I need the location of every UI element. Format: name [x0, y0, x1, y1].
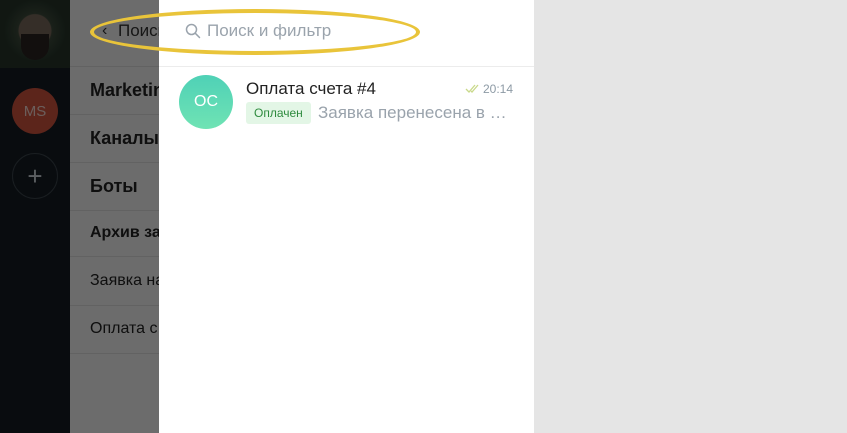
- user-avatar[interactable]: [0, 0, 70, 68]
- add-workspace-button[interactable]: +: [12, 153, 58, 199]
- search-panel: OC Оплата счета #4 20:14 Оплачен Заявка …: [159, 0, 534, 433]
- workspace-button[interactable]: MS: [12, 88, 58, 134]
- avatar-photo-detail: [21, 34, 49, 60]
- chevron-left-icon: ‹: [102, 22, 108, 39]
- list-item: Заявка на: [70, 257, 160, 306]
- search-bar: [159, 0, 534, 67]
- search-input[interactable]: [207, 18, 507, 44]
- folder-item: Архив за: [70, 211, 160, 257]
- workspace-rail: MS +: [0, 0, 70, 433]
- search-icon: [185, 23, 201, 39]
- status-badge: Оплачен: [246, 102, 311, 124]
- folder-item: Боты: [70, 163, 160, 211]
- background-search-label: Поиск: [118, 21, 160, 40]
- chat-title: Оплата счета #4: [246, 79, 376, 98]
- chat-list-item[interactable]: OC Оплата счета #4 20:14 Оплачен Заявка …: [159, 67, 534, 139]
- chat-avatar: OC: [179, 75, 233, 129]
- background-list: ‹ Поиск Marketing Каналы Боты Архив за З…: [70, 0, 160, 433]
- chat-preview: Заявка перенесена в …: [318, 103, 507, 122]
- folder-item: Каналы: [70, 115, 160, 163]
- double-check-icon: [465, 84, 479, 93]
- list-item: Оплата с: [70, 306, 160, 354]
- folder-item: Marketing: [70, 67, 160, 115]
- chat-timestamp: 20:14: [483, 82, 514, 96]
- background-search: ‹ Поиск: [70, 0, 160, 67]
